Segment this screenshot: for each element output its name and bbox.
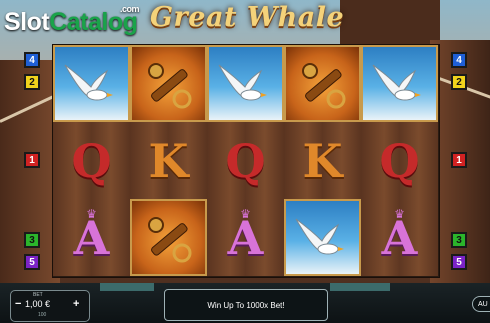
letter-k: K — [148, 133, 189, 188]
payline-marker-right[interactable]: 5 — [451, 254, 467, 270]
reel-symbol-seagull — [207, 45, 284, 122]
letter-q: Q — [225, 133, 266, 188]
seagull-icon — [372, 64, 421, 101]
decorative-strip — [100, 283, 154, 291]
reel-symbol-k: K — [130, 122, 207, 199]
payline-marker-left[interactable]: 2 — [24, 74, 40, 90]
payline-marker-left[interactable]: 3 — [24, 232, 40, 248]
bet-increase-button[interactable]: + — [73, 298, 79, 310]
letter-k: K — [302, 133, 343, 188]
payline-marker-right[interactable]: 2 — [451, 74, 467, 90]
reel-symbol-seagull — [361, 45, 438, 122]
autoplay-button[interactable]: AU — [472, 296, 490, 312]
letter-a: A — [381, 210, 418, 265]
slotcatalog-logo: SlotCatalog .com — [4, 4, 140, 36]
decorative-strip — [330, 283, 390, 291]
bet-value: 1,00 € — [25, 299, 51, 309]
spyglass-icon — [302, 63, 346, 109]
letter-a: A — [227, 210, 264, 265]
seagull-icon — [64, 64, 113, 101]
reel-symbol-spyglass — [284, 45, 361, 122]
reels-grid: Q ♛ A K Q ♛ A K Q ♛ A — [52, 44, 440, 278]
bet-sub-value: 100 — [38, 312, 47, 318]
reel-symbol-a: ♛ A — [207, 199, 284, 276]
reel-symbol-a: ♛ A — [53, 199, 130, 276]
letter-a: A — [73, 210, 110, 265]
spyglass-icon — [148, 217, 192, 263]
reel-symbol-q: Q — [53, 122, 130, 199]
letter-q: Q — [71, 133, 112, 188]
payline-marker-left[interactable]: 4 — [24, 52, 40, 68]
payline-marker-left[interactable]: 5 — [24, 254, 40, 270]
reel-symbol-seagull — [284, 199, 361, 276]
ship-cabin — [340, 0, 440, 47]
spyglass-icon — [148, 63, 192, 109]
reel-symbol-spyglass — [130, 45, 207, 122]
reel-symbol-k: K — [284, 122, 361, 199]
payline-marker-left[interactable]: 1 — [24, 152, 40, 168]
reel-symbol-q: Q — [361, 122, 438, 199]
win-message-box: Win Up To 1000x Bet! — [164, 289, 328, 321]
payline-marker-right[interactable]: 1 — [451, 152, 467, 168]
game-title: Great Whale — [150, 2, 345, 33]
reel-symbol-seagull — [53, 45, 130, 122]
payline-marker-right[interactable]: 3 — [451, 232, 467, 248]
bet-decrease-button[interactable]: − — [15, 298, 21, 310]
seagull-icon — [218, 64, 267, 101]
win-message: Win Up To 1000x Bet! — [207, 300, 285, 310]
bet-label: BET — [33, 292, 43, 298]
reel-symbol-q: Q — [207, 122, 284, 199]
letter-q: Q — [379, 133, 420, 188]
reel-symbol-a: ♛ A — [361, 199, 438, 276]
reel-symbol-spyglass — [130, 199, 207, 276]
seagull-icon — [295, 218, 344, 255]
payline-marker-right[interactable]: 4 — [451, 52, 467, 68]
